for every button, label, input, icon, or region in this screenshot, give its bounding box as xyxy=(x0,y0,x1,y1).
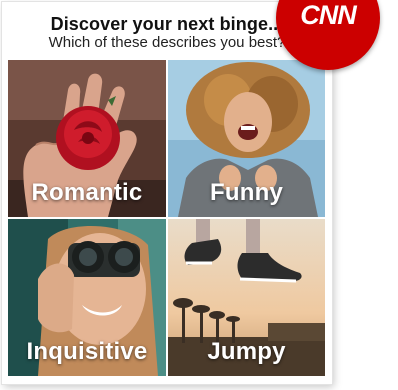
answer-tile-jumpy[interactable]: Jumpy xyxy=(168,219,325,376)
answer-tile-inquisitive[interactable]: Inquisitive xyxy=(8,219,166,376)
answer-grid: Romantic Funny Inquisitive Jumpy xyxy=(8,60,325,376)
svg-text:CNN: CNN xyxy=(300,0,357,30)
answer-label-funny: Funny xyxy=(210,179,283,206)
cnn-logo[interactable]: CNN xyxy=(276,0,380,70)
answer-label-jumpy: Jumpy xyxy=(207,338,286,365)
answer-label-romantic: Romantic xyxy=(31,179,143,206)
answer-tile-romantic[interactable]: Romantic xyxy=(8,60,166,217)
answer-label-inquisitive: Inquisitive xyxy=(26,338,148,365)
answer-tile-funny[interactable]: Funny xyxy=(168,60,325,217)
cnn-logo-icon: CNN xyxy=(300,0,358,30)
